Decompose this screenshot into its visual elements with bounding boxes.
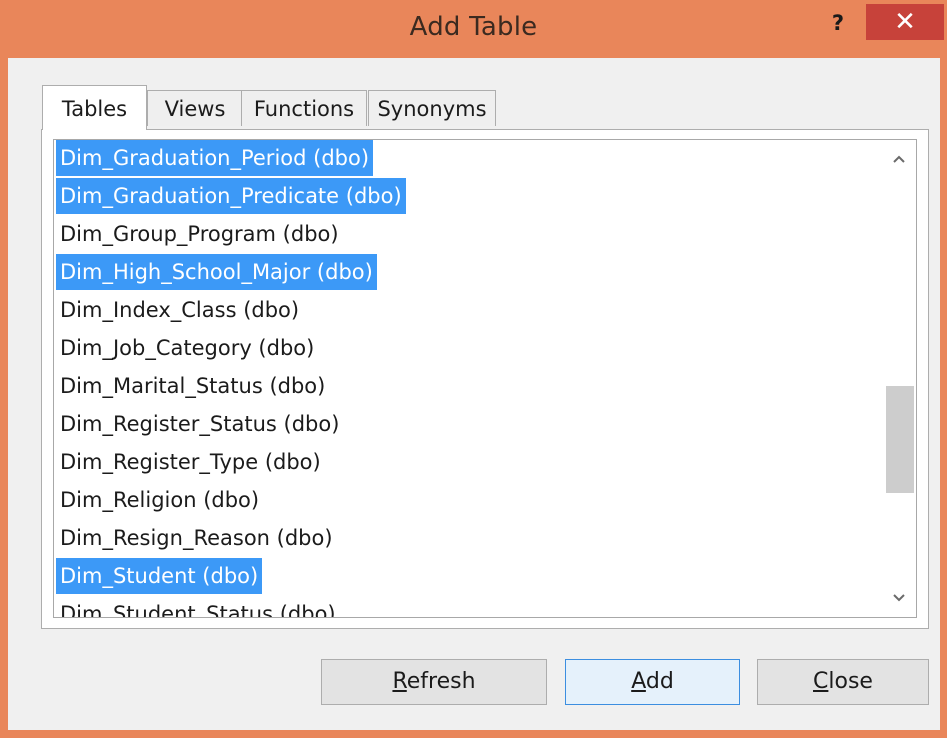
- add-accesskey: A: [631, 669, 646, 694]
- table-list-item[interactable]: Dim_Index_Class (dbo): [56, 292, 303, 328]
- table-list-item[interactable]: Dim_Graduation_Period (dbo): [56, 140, 374, 176]
- title-bar[interactable]: Add Table ? ✕: [0, 0, 947, 58]
- close-accesskey: C: [813, 669, 829, 694]
- close-window-button[interactable]: ✕: [866, 4, 944, 40]
- tables-list: Dim_Graduation_Period (dbo) Dim_Graduatio…: [54, 140, 882, 617]
- add-button[interactable]: Add: [565, 659, 740, 705]
- refresh-accesskey: R: [392, 669, 407, 694]
- tables-listbox[interactable]: Dim_Graduation_Period (dbo) Dim_Graduatio…: [53, 139, 917, 618]
- table-list-item[interactable]: Dim_Graduation_Predicate (dbo): [56, 178, 406, 214]
- tab-synonyms[interactable]: Synonyms: [368, 90, 496, 126]
- refresh-button[interactable]: Refresh: [321, 659, 547, 705]
- table-list-item[interactable]: Dim_Resign_Reason (dbo): [56, 520, 337, 556]
- scroll-down-arrow-icon[interactable]: [882, 581, 916, 615]
- scroll-thumb[interactable]: [886, 386, 914, 493]
- add-table-dialog: Add Table ? ✕ Tables Views Functions Syn…: [0, 0, 947, 738]
- dialog-body: Tables Views Functions Synonyms Dim_Grad…: [8, 58, 940, 730]
- table-list-item[interactable]: Dim_Register_Type (dbo): [56, 444, 325, 480]
- table-list-item[interactable]: Dim_Register_Status (dbo): [56, 406, 343, 442]
- table-list-item[interactable]: Dim_High_School_Major (dbo): [56, 254, 377, 290]
- scroll-up-arrow-icon[interactable]: [882, 142, 916, 176]
- close-button[interactable]: Close: [757, 659, 929, 705]
- table-list-item[interactable]: Dim_Marital_Status (dbo): [56, 368, 329, 404]
- add-label: dd: [645, 669, 674, 694]
- vertical-scrollbar[interactable]: [882, 140, 916, 617]
- table-list-item[interactable]: Dim_Student (dbo): [56, 558, 263, 594]
- tables-tab-panel: Dim_Graduation_Period (dbo) Dim_Graduatio…: [41, 129, 929, 629]
- table-list-item[interactable]: Dim_Student_Status (dbo): [56, 596, 340, 617]
- table-list-item[interactable]: Dim_Group_Program (dbo): [56, 216, 343, 252]
- tab-views[interactable]: Views: [147, 90, 243, 126]
- tab-tables[interactable]: Tables: [42, 85, 147, 130]
- close-label: lose: [828, 669, 873, 694]
- table-list-item[interactable]: Dim_Job_Category (dbo): [56, 330, 318, 366]
- help-button[interactable]: ?: [820, 8, 856, 38]
- tab-functions[interactable]: Functions: [241, 90, 367, 126]
- table-list-item[interactable]: Dim_Religion (dbo): [56, 482, 263, 518]
- refresh-label: efresh: [406, 669, 476, 694]
- dialog-title: Add Table: [409, 12, 538, 42]
